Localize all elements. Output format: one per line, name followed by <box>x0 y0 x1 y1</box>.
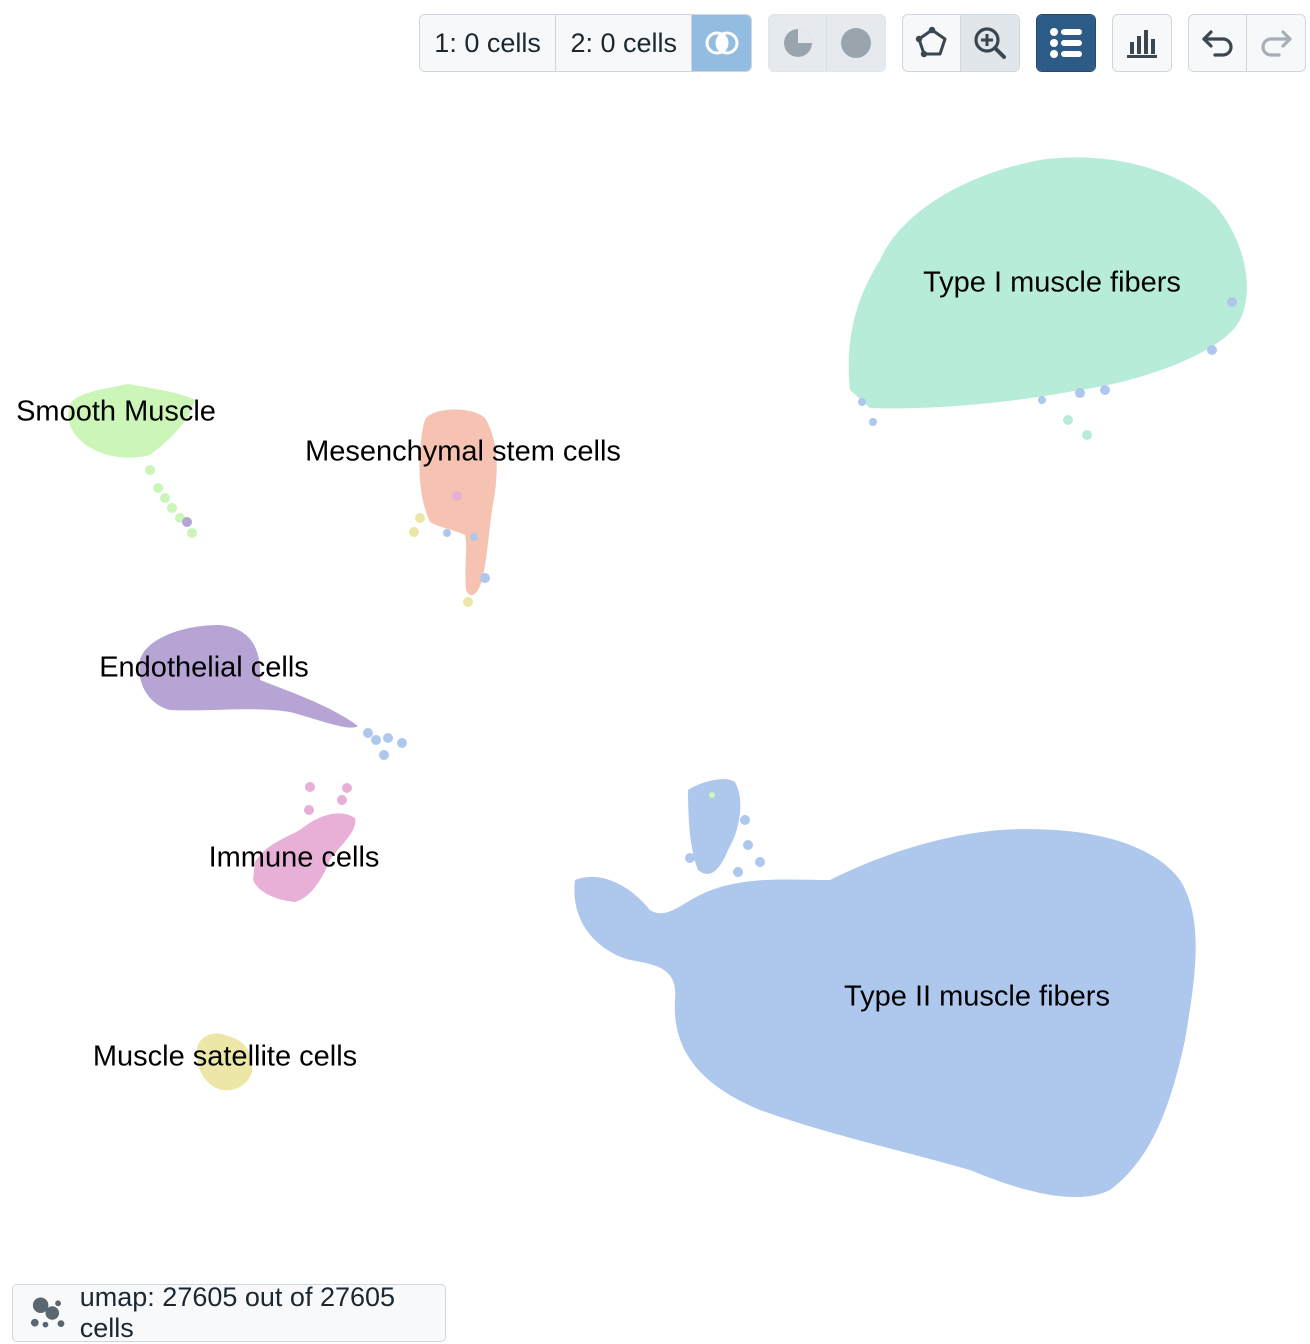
label-type1: Type I muscle fibers <box>923 266 1181 299</box>
color-mode-group <box>768 14 886 72</box>
scatter-icon <box>30 1297 65 1328</box>
venn-button[interactable] <box>692 15 751 71</box>
label-satellite: Muscle satellite cells <box>92 1040 358 1073</box>
tool-group <box>902 14 1020 72</box>
selection-1-label: 1: 0 cells <box>434 27 541 58</box>
label-endo: Endothelial cells <box>99 651 309 684</box>
redo-icon <box>1261 30 1292 57</box>
label-mesen: Mesenchymal stem cells <box>305 435 621 468</box>
selection-group: 1: 0 cells 2: 0 cells <box>419 14 752 72</box>
histogram-group <box>1112 14 1172 72</box>
embedding-selector[interactable]: umap: 27605 out of 27605 cells <box>12 1282 446 1343</box>
embedding-label: umap: 27605 out of 27605 cells <box>79 1282 396 1343</box>
label-type2: Type II muscle fibers <box>844 980 1110 1013</box>
bar-chart-icon <box>1127 30 1157 58</box>
undo-button[interactable] <box>1189 15 1248 71</box>
circle-icon <box>841 28 871 58</box>
circle-button[interactable] <box>827 15 885 71</box>
lasso-icon <box>915 26 946 58</box>
selection-2-label: 2: 0 cells <box>570 27 678 58</box>
selection-1-button[interactable]: 1: 0 cells <box>420 15 557 71</box>
undo-icon <box>1201 30 1233 57</box>
lasso-button[interactable] <box>903 15 962 71</box>
label-smooth: Smooth Muscle <box>16 395 216 428</box>
venn-icon <box>705 31 739 55</box>
pie-icon <box>783 29 812 57</box>
cluster-endo <box>139 625 407 760</box>
zoom-button[interactable] <box>961 15 1019 71</box>
list-icon <box>1050 28 1082 58</box>
histogram-button[interactable] <box>1113 15 1171 71</box>
history-group <box>1188 14 1306 72</box>
label-immune: Immune cells <box>208 841 380 874</box>
pie-button[interactable] <box>769 15 828 71</box>
legend-group <box>1036 14 1096 72</box>
legend-button[interactable] <box>1037 15 1095 71</box>
selection-2-button[interactable]: 2: 0 cells <box>556 15 693 71</box>
zoom-icon <box>974 27 1006 59</box>
redo-button[interactable] <box>1247 15 1305 71</box>
